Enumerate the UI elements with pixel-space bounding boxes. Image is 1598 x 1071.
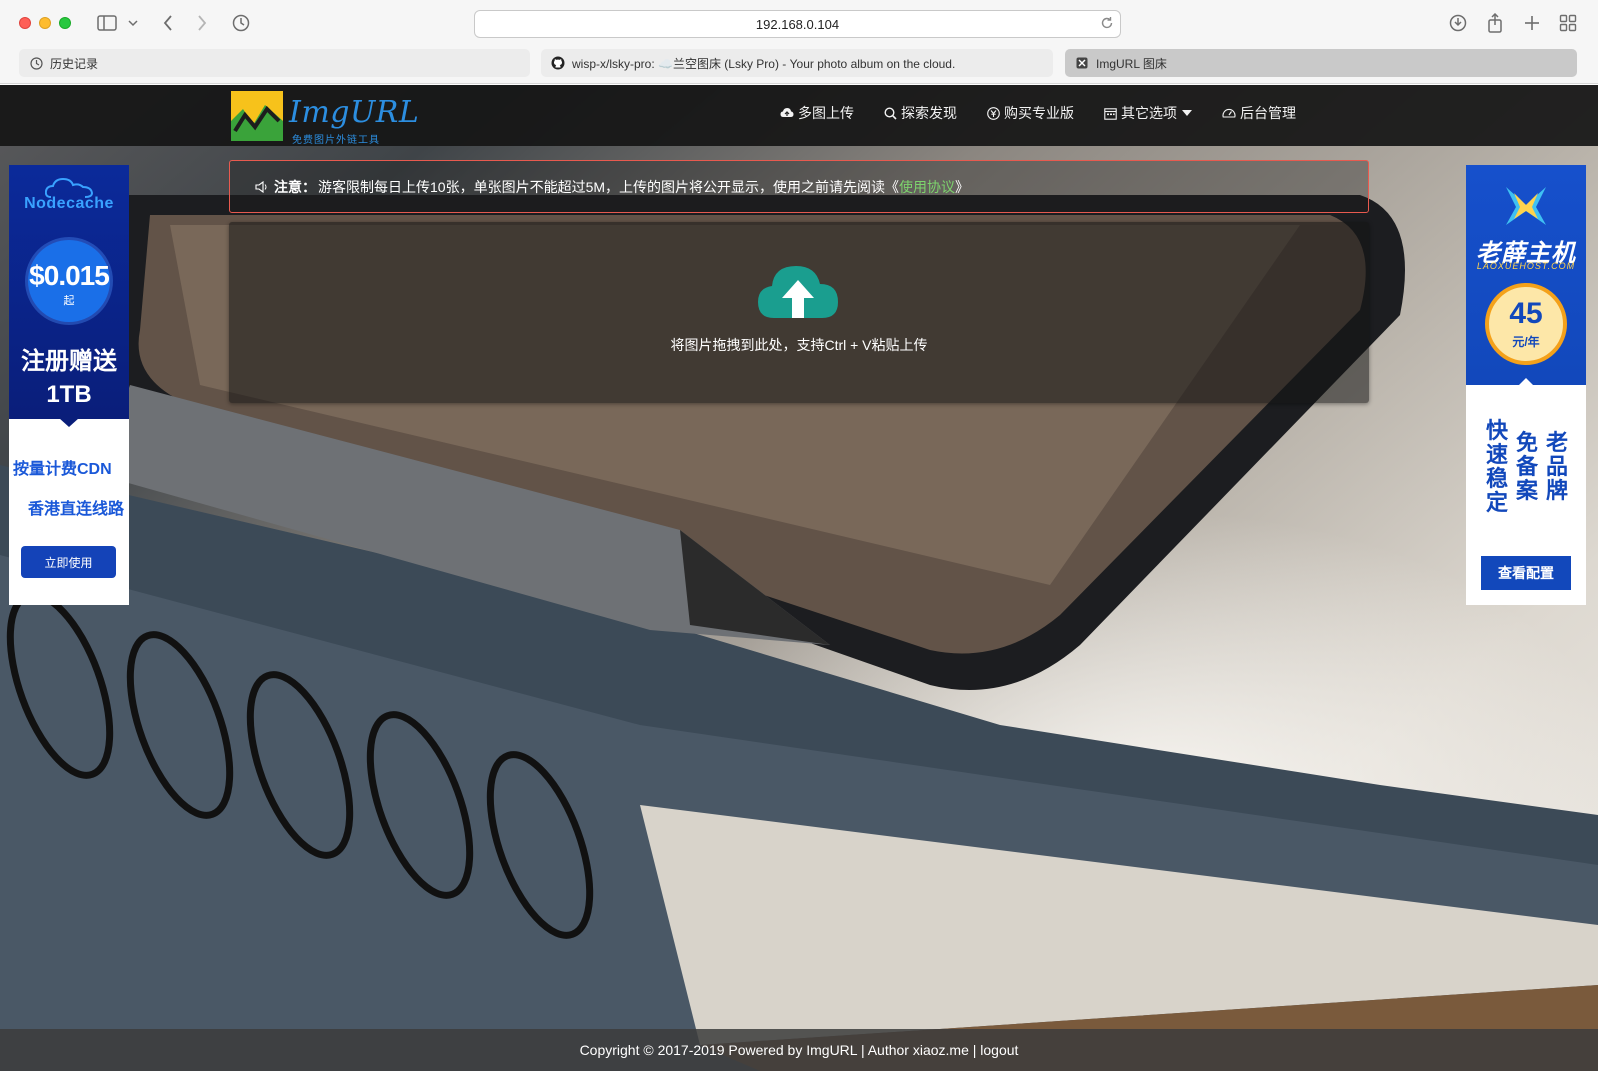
share-icon[interactable] xyxy=(1484,11,1506,35)
ad-notch xyxy=(1518,378,1534,386)
footer-text: Copyright © 2017-2019 Powered by ImgURL … xyxy=(579,1042,1019,1058)
notice-bracket-close: 》 xyxy=(955,178,970,195)
nav-other-options-dropdown[interactable]: 其它选项 xyxy=(1104,103,1192,123)
zoom-window-button[interactable] xyxy=(59,17,71,29)
nav-label: 后台管理 xyxy=(1240,105,1296,121)
favicon-icon xyxy=(1075,56,1089,70)
ad-use-now-button[interactable]: 立即使用 xyxy=(21,546,116,578)
ad-vertical-text-2: 免备案 xyxy=(1515,430,1538,503)
notice-text: 游客限制每日上传10张，单张图片不能超过5M，上传的图片将公开显示，使用之前请先… xyxy=(318,178,886,195)
ad-price-unit: 起 xyxy=(63,295,75,307)
ad-brand: Nodecache xyxy=(24,195,114,212)
ad-banner-laoxuehost[interactable]: 老薛主机 LAOXUEHOST.COM 45 元/年 快速稳定 免备案 老品牌 … xyxy=(1466,165,1586,605)
ad-view-config-button[interactable]: 查看配置 xyxy=(1481,556,1571,590)
browser-toolbar: 192.168.0.104 xyxy=(0,0,1598,46)
forward-icon[interactable] xyxy=(192,11,212,35)
url-text: 192.168.0.104 xyxy=(755,16,840,32)
ad-line-1: 按量计费CDN xyxy=(13,461,112,478)
ad-notch xyxy=(59,418,79,427)
cloud-upload-icon xyxy=(780,108,794,117)
ad-headline-line-1: 注册赠送 xyxy=(21,348,117,375)
close-window-button[interactable] xyxy=(19,17,31,29)
ad-price-badge: $0.015 起 xyxy=(28,240,110,322)
tab-label: ImgURL 图床 xyxy=(1096,56,1167,71)
logo-subtitle: 免费图片外链工具 xyxy=(292,135,380,146)
upload-dropzone[interactable]: 将图片拖拽到此处，支持Ctrl + V粘贴上传 xyxy=(229,222,1369,403)
tab-overview-icon[interactable] xyxy=(1557,11,1579,35)
logo-text: ImgURL xyxy=(289,95,420,130)
nav-label: 多图上传 xyxy=(798,105,854,121)
ad-price-unit: 元/年 xyxy=(1512,335,1540,349)
tab-bar: 历史记录 wisp-x/lsky-pro: ☁️兰空图床 (Lsky Pro) … xyxy=(0,46,1598,84)
new-tab-icon[interactable] xyxy=(1521,11,1543,35)
history-icon[interactable] xyxy=(230,11,252,35)
tab-history[interactable]: 历史记录 xyxy=(19,49,530,77)
address-bar[interactable]: 192.168.0.104 xyxy=(474,10,1121,38)
back-icon[interactable] xyxy=(158,11,178,35)
terms-link[interactable]: 使用协议 xyxy=(899,177,955,197)
ad-price-badge: 45 元/年 xyxy=(1485,283,1567,365)
logo-mark-icon xyxy=(231,91,283,141)
cloud-upload-icon xyxy=(758,266,838,318)
ad-headline-line-2: 1TB xyxy=(46,381,92,408)
nav-multi-upload[interactable]: 多图上传 xyxy=(780,103,854,123)
notice-bracket-open: 《 xyxy=(885,178,900,195)
nav-label: 购买专业版 xyxy=(1004,105,1074,121)
reload-icon[interactable] xyxy=(1100,16,1114,33)
nav-explore[interactable]: 探索发现 xyxy=(884,103,957,123)
chevron-down-icon[interactable] xyxy=(126,11,140,35)
ad-price: 45 xyxy=(1509,297,1543,330)
site-footer: Copyright © 2017-2019 Powered by ImgURL … xyxy=(0,1029,1598,1071)
yen-icon xyxy=(987,106,1000,120)
dashboard-icon xyxy=(1222,108,1236,118)
speaker-icon xyxy=(255,180,267,193)
ad-price: $0.015 xyxy=(29,260,110,291)
minimize-window-button[interactable] xyxy=(39,17,51,29)
ad-banner-nodecache[interactable]: Nodecache $0.015 起 注册赠送 1TB 按量计费CDN 香港直连… xyxy=(9,165,129,605)
github-icon xyxy=(551,56,565,70)
page-viewport: ImgURL 免费图片外链工具 多图上传 探索发现 购买专业版 其它选项 后台管… xyxy=(0,85,1598,1071)
tab-github-lsky-pro[interactable]: wisp-x/lsky-pro: ☁️兰空图床 (Lsky Pro) - You… xyxy=(541,49,1053,77)
tab-label: 历史记录 xyxy=(50,56,99,71)
nav-admin[interactable]: 后台管理 xyxy=(1222,103,1296,123)
clock-icon xyxy=(29,56,43,70)
site-logo[interactable]: ImgURL 免费图片外链工具 xyxy=(231,91,419,146)
nav-buy-pro[interactable]: 购买专业版 xyxy=(987,103,1074,123)
ad-headline: 注册赠送 1TB xyxy=(9,345,129,411)
nav-label: 探索发现 xyxy=(901,105,957,121)
nav-label: 其它选项 xyxy=(1121,105,1177,121)
main-nav: 多图上传 探索发现 购买专业版 其它选项 后台管理 xyxy=(780,103,1326,123)
ad-brand-domain: LAOXUEHOST.COM xyxy=(1476,261,1576,271)
star-logo-icon xyxy=(1506,187,1546,225)
search-icon xyxy=(884,106,897,120)
calendar-icon xyxy=(1104,107,1117,120)
tab-imgurl[interactable]: ImgURL 图床 xyxy=(1065,49,1577,77)
ad-vertical-text-3: 老品牌 xyxy=(1545,430,1568,503)
tab-label: wisp-x/lsky-pro: ☁️兰空图床 (Lsky Pro) - You… xyxy=(572,56,956,71)
caret-down-icon xyxy=(1182,110,1192,116)
upload-hint: 将图片拖拽到此处，支持Ctrl + V粘贴上传 xyxy=(670,337,928,353)
notice-label: 注意： xyxy=(274,178,316,195)
ad-vertical-text-1: 快速稳定 xyxy=(1485,418,1508,515)
downloads-icon[interactable] xyxy=(1447,11,1469,35)
site-navbar: ImgURL 免费图片外链工具 多图上传 探索发现 购买专业版 其它选项 后台管… xyxy=(0,85,1598,146)
sidebar-toggle-icon[interactable] xyxy=(96,11,118,35)
notice-bar: 注意： 游客限制每日上传10张，单张图片不能超过5M，上传的图片将公开显示，使用… xyxy=(229,160,1369,213)
ad-line-2: 香港直连线路 xyxy=(28,501,125,518)
